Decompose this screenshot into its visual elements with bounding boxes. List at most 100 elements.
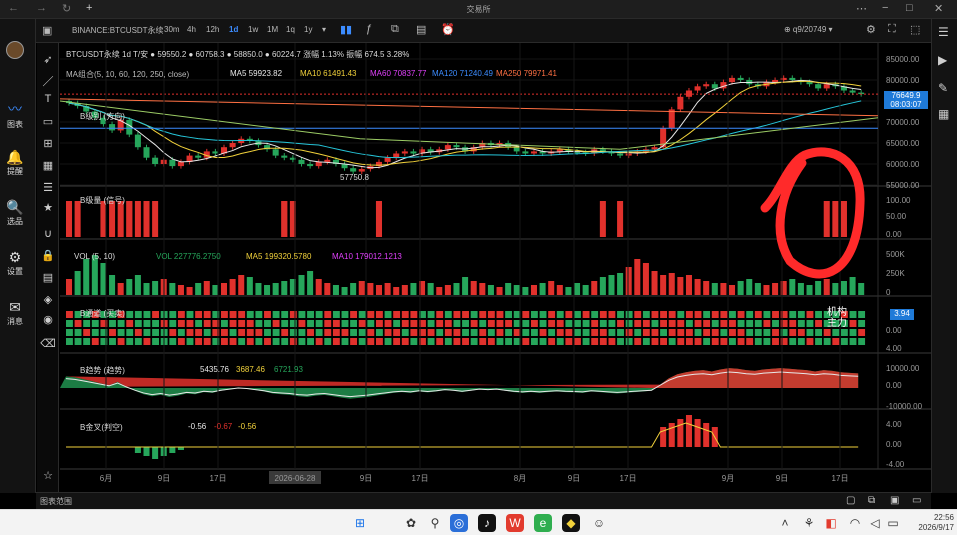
- reload-icon[interactable]: ↻: [62, 2, 71, 15]
- browser-icon[interactable]: ◎: [450, 514, 468, 532]
- magnet-icon[interactable]: ∪: [40, 227, 56, 240]
- start-icon[interactable]: ⊞: [351, 514, 369, 532]
- candle-body: [668, 109, 675, 129]
- candle-body: [444, 145, 451, 150]
- sub4-axis-label: 4.00: [886, 344, 902, 353]
- ma10-value: MA10 61491.43: [300, 69, 357, 78]
- qq-icon[interactable]: ☺: [590, 514, 608, 532]
- maximize-icon[interactable]: □: [906, 2, 913, 14]
- zoom-icon[interactable]: ▣: [890, 495, 899, 506]
- channel-cell: [530, 320, 538, 327]
- channel-cell: [91, 320, 99, 327]
- screenshot-icon[interactable]: ⬚: [910, 23, 920, 36]
- watchlist-icon[interactable]: ☰: [938, 25, 949, 39]
- new-tab-icon[interactable]: +: [86, 2, 92, 14]
- grid-icon[interactable]: ⊞: [40, 137, 56, 150]
- channel-cell: [634, 320, 642, 327]
- volume-bar: [505, 283, 512, 295]
- sidebar-item-screener[interactable]: 🔍 选品: [0, 199, 30, 227]
- target-icon[interactable]: ◈: [40, 293, 56, 306]
- sidebar-item-messages[interactable]: ✉ 消息: [0, 299, 30, 327]
- tray-up-icon[interactable]: ˄: [776, 514, 794, 532]
- back-icon[interactable]: ←: [8, 2, 19, 14]
- channel-cell: [694, 320, 702, 327]
- channel-cell: [470, 338, 478, 345]
- chart-canvas[interactable]: 85000.0080000.0075000.0070000.0065000.00…: [60, 43, 931, 492]
- lock-icon[interactable]: 🔒: [40, 249, 56, 262]
- channel-cell: [289, 320, 297, 327]
- sidebar-item-settings[interactable]: ⚙ 设置: [0, 249, 30, 277]
- sidebar-item-alerts[interactable]: 🔔 提醒: [0, 149, 30, 177]
- system-clock[interactable]: 22:56 2026/9/17: [896, 513, 954, 533]
- wps-icon[interactable]: W: [506, 514, 524, 532]
- layers-icon[interactable]: ▤: [40, 271, 56, 284]
- eye-icon[interactable]: ◉: [40, 313, 56, 326]
- star-icon[interactable]: ★: [40, 201, 56, 214]
- user-menu[interactable]: ⊕ q9/20749 ▾: [784, 25, 833, 34]
- lines-icon[interactable]: ☰: [40, 181, 56, 194]
- avatar[interactable]: [0, 41, 30, 61]
- notes-icon[interactable]: ✎: [938, 81, 948, 95]
- template-icon[interactable]: ▤: [416, 23, 426, 36]
- split-icon[interactable]: ▢: [846, 495, 855, 506]
- interval-1M[interactable]: 1M: [267, 25, 278, 34]
- volume-bar: [332, 285, 339, 295]
- sidebar-item-chart[interactable]: 〰 图表: [0, 99, 30, 130]
- trendline-icon[interactable]: ／: [40, 73, 56, 89]
- compare-icon[interactable]: ⧉: [391, 23, 399, 36]
- cursor-icon[interactable]: ➶: [40, 53, 56, 66]
- interval-4h[interactable]: 4h: [187, 25, 196, 34]
- wifi-icon[interactable]: ◠: [846, 514, 864, 532]
- interval-1y[interactable]: 1y: [304, 25, 312, 34]
- volume-bar: [358, 281, 365, 295]
- channel-cell: [332, 320, 340, 327]
- log-scale-icon[interactable]: ▭: [912, 495, 921, 506]
- layout-icon[interactable]: ▣: [42, 24, 52, 37]
- channel-cell: [651, 338, 659, 345]
- eraser-icon[interactable]: ⌫: [40, 337, 56, 350]
- app-icon[interactable]: ✿: [402, 514, 420, 532]
- candle-body: [324, 159, 331, 162]
- calendar-icon[interactable]: ▦: [938, 107, 949, 121]
- rectangle-icon[interactable]: ▭: [40, 115, 56, 128]
- interval-dropdown-icon[interactable]: ▾: [322, 25, 326, 34]
- text-tool-icon[interactable]: T: [40, 93, 56, 105]
- interval-1w[interactable]: 1w: [248, 25, 258, 34]
- time-tick-label: 9日: [158, 474, 170, 483]
- tray-app-icon[interactable]: ◧: [822, 514, 840, 532]
- settings-icon[interactable]: ⚙: [866, 23, 876, 36]
- fullscreen-icon[interactable]: ⛶: [888, 23, 896, 36]
- pin-icon[interactable]: ⋯: [856, 2, 867, 15]
- channel-cell: [264, 338, 271, 345]
- close-icon[interactable]: ✕: [934, 2, 943, 15]
- volume-icon[interactable]: ◁: [866, 514, 884, 532]
- range-label[interactable]: 图表范围: [40, 496, 72, 507]
- indicator-icon[interactable]: ƒ: [366, 23, 372, 35]
- channel-cell: [83, 320, 91, 327]
- forward-icon[interactable]: →: [36, 2, 47, 14]
- order-icon[interactable]: ▶: [938, 53, 947, 67]
- channel-cell: [444, 329, 452, 336]
- volume-bar: [556, 285, 563, 295]
- search-taskbar-icon[interactable]: ⚲: [426, 514, 444, 532]
- tiktok-icon[interactable]: ♪: [478, 514, 496, 532]
- interval-1q[interactable]: 1q: [286, 25, 295, 34]
- alert-add-icon[interactable]: ⏰: [441, 23, 455, 36]
- network-tray-icon[interactable]: ⚘: [800, 514, 818, 532]
- edge-icon[interactable]: e: [534, 514, 552, 532]
- interval-12h[interactable]: 12h: [206, 25, 219, 34]
- channel-cell: [427, 320, 435, 327]
- candle-body: [177, 161, 184, 167]
- table-icon[interactable]: ▦: [40, 159, 56, 172]
- snapshot-icon[interactable]: ⧉: [868, 495, 875, 506]
- candle-type-icon[interactable]: ▮▮: [340, 23, 352, 36]
- volume-bar: [591, 281, 598, 295]
- interval-1d[interactable]: 1d: [229, 25, 238, 34]
- favorite-icon[interactable]: ☆: [40, 469, 56, 482]
- minimize-icon[interactable]: −: [882, 2, 888, 14]
- interval-30m[interactable]: 30m: [164, 25, 180, 34]
- channel-cell: [143, 311, 151, 318]
- symbol-selector[interactable]: BINANCE:BTCUSDT永续: [72, 25, 164, 36]
- channel-cell: [694, 311, 702, 318]
- exchange-app-icon[interactable]: ◆: [562, 514, 580, 532]
